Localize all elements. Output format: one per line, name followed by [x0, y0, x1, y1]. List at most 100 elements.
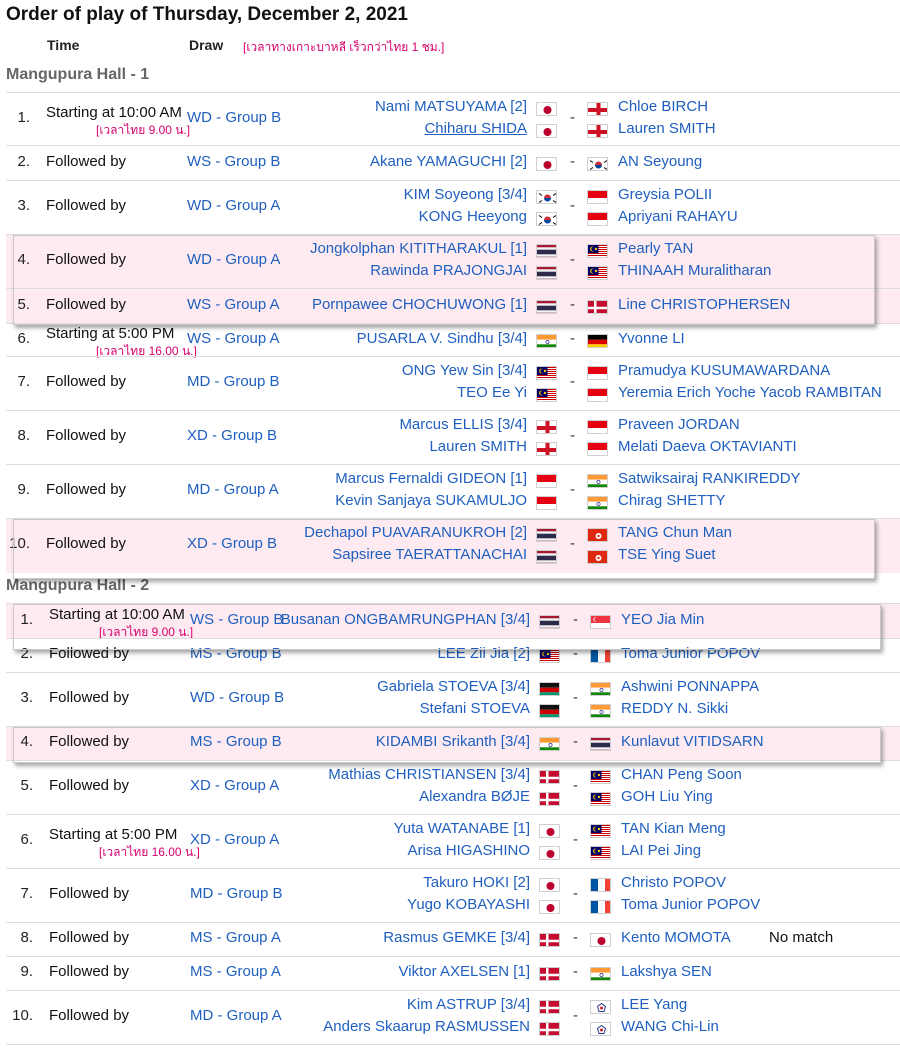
draw-link[interactable]: MS - Group A — [190, 929, 281, 946]
player-link[interactable]: Yvonne LI — [618, 330, 685, 347]
player-link[interactable]: AN Seyoung — [618, 153, 702, 170]
versus-dash: - — [570, 295, 575, 313]
player-link[interactable]: Chloe BIRCH — [618, 98, 708, 115]
versus-dash: - — [573, 645, 578, 662]
match-time: Followed by — [49, 963, 130, 980]
player-link[interactable]: KONG Heeyong — [419, 208, 527, 225]
player-link[interactable]: Yeremia Erich Yoche Yacob RAMBITAN — [618, 384, 882, 401]
player-link[interactable]: CHAN Peng Soon — [621, 766, 742, 783]
player-link[interactable]: Toma Junior POPOV — [621, 896, 760, 913]
player-link[interactable]: Chirag SHETTY — [618, 492, 726, 509]
flag-fra-icon — [590, 900, 611, 914]
player-link[interactable]: Viktor AXELSEN [1] — [399, 963, 530, 980]
player-link[interactable]: TAN Kian Meng — [621, 820, 726, 837]
player-link[interactable]: Yugo KOBAYASHI — [407, 896, 530, 913]
draw-link[interactable]: MS - Group B — [190, 645, 282, 662]
player-link[interactable]: Pramudya KUSUMAWARDANA — [618, 362, 830, 379]
draw-link[interactable]: MD - Group A — [190, 1007, 282, 1024]
player-link[interactable]: Jongkolphan KITITHARAKUL [1] — [310, 240, 527, 257]
draw-link[interactable]: MS - Group A — [190, 963, 281, 980]
draw-link[interactable]: MD - Group B — [187, 373, 280, 390]
player-link[interactable]: Gabriela STOEVA [3/4] — [377, 678, 530, 695]
player-link[interactable]: Kevin Sanjaya SUKAMULJO — [335, 492, 527, 509]
match-number: 3. — [17, 197, 30, 214]
player-link[interactable]: Lakshya SEN — [621, 963, 712, 980]
draw-link[interactable]: XD - Group B — [187, 535, 277, 552]
draw-link[interactable]: WS - Group B — [190, 611, 283, 628]
player-link[interactable]: Nami MATSUYAMA [2] — [375, 98, 527, 115]
player-link[interactable]: Mathias CHRISTIANSEN [3/4] — [328, 766, 530, 783]
player-link[interactable]: Arisa HIGASHINO — [407, 842, 530, 859]
draw-link[interactable]: XD - Group B — [187, 427, 277, 444]
player-link[interactable]: Ashwini PONNAPPA — [621, 678, 759, 695]
player-link[interactable]: Kim ASTRUP [3/4] — [407, 996, 530, 1013]
player-link[interactable]: LEE Zii Jia [2] — [437, 645, 530, 662]
player-link[interactable]: Stefani STOEVA — [420, 700, 530, 717]
player-link[interactable]: Dechapol PUAVARANUKROH [2] — [304, 524, 527, 541]
player-link[interactable]: Lauren SMITH — [618, 120, 716, 137]
draw-link[interactable]: XD - Group A — [190, 777, 279, 794]
player-link[interactable]: Greysia POLII — [618, 186, 712, 203]
hall-title: Mangupura Hall - 2 — [6, 577, 150, 594]
player-link[interactable]: KIDAMBI Srikanth [3/4] — [376, 733, 530, 750]
draw-link[interactable]: WD - Group A — [187, 251, 280, 268]
player-link[interactable]: Kento MOMOTA — [621, 929, 731, 946]
player-link[interactable]: Chiharu SHIDA — [424, 120, 527, 137]
player-link[interactable]: Marcus ELLIS [3/4] — [399, 416, 527, 433]
draw-link[interactable]: MS - Group B — [190, 733, 282, 750]
player-link[interactable]: LAI Pei Jing — [621, 842, 701, 859]
draw-link[interactable]: MD - Group A — [187, 481, 279, 498]
flag-tpe-icon — [590, 1022, 611, 1036]
player-link[interactable]: TEO Ee Yi — [457, 384, 527, 401]
draw-link[interactable]: WD - Group B — [190, 689, 284, 706]
player-link[interactable]: Yuta WATANABE [1] — [394, 820, 530, 837]
versus-dash: - — [570, 427, 575, 444]
player-link[interactable]: Alexandra BØJE — [419, 788, 530, 805]
player-link[interactable]: TANG Chun Man — [618, 524, 732, 541]
player-link[interactable]: Takuro HOKI [2] — [423, 874, 530, 891]
match-time: Starting at 5:00 PM — [49, 826, 178, 843]
player-link[interactable]: Pornpawee CHOCHUWONG [1] — [312, 296, 527, 313]
draw-link[interactable]: XD - Group A — [190, 831, 279, 848]
player-link[interactable]: THINAAH Muralitharan — [618, 262, 771, 279]
player-link[interactable]: Toma Junior POPOV — [621, 645, 760, 662]
player-link[interactable]: Christo POPOV — [621, 874, 726, 891]
draw-link[interactable]: WS - Group A — [187, 296, 280, 313]
player-link[interactable]: KIM Soyeong [3/4] — [404, 186, 527, 203]
player-link[interactable]: Melati Daeva OKTAVIANTI — [618, 438, 797, 455]
flag-den-icon — [539, 770, 560, 784]
draw-link[interactable]: WS - Group B — [187, 153, 280, 170]
player-link[interactable]: TSE Ying Suet — [618, 546, 716, 563]
player-link[interactable]: Busanan ONGBAMRUNGPHAN [3/4] — [281, 611, 530, 628]
player-link[interactable]: ONG Yew Sin [3/4] — [402, 362, 527, 379]
player-link[interactable]: Pearly TAN — [618, 240, 693, 257]
player-link[interactable]: Akane YAMAGUCHI [2] — [370, 153, 527, 170]
player-link[interactable]: LEE Yang — [621, 996, 687, 1013]
player-link[interactable]: Lauren SMITH — [429, 438, 527, 455]
draw-link[interactable]: WD - Group B — [187, 109, 281, 126]
player-link[interactable]: YEO Jia Min — [621, 611, 704, 628]
match-time: Starting at 10:00 AM — [49, 605, 185, 623]
player-link[interactable]: Rawinda PRAJONGJAI — [370, 262, 527, 279]
player-link[interactable]: REDDY N. Sikki — [621, 700, 728, 717]
player-link[interactable]: WANG Chi-Lin — [621, 1018, 719, 1035]
player-link[interactable]: Kunlavut VITIDSARN — [621, 733, 764, 750]
flag-jpn-icon — [536, 123, 557, 138]
player-link[interactable]: Marcus Fernaldi GIDEON [1] — [335, 470, 527, 487]
player-link[interactable]: Sapsiree TAERATTANACHAI — [332, 546, 527, 563]
player-link[interactable]: PUSARLA V. Sindhu [3/4] — [357, 330, 527, 347]
match-number: 2. — [20, 645, 33, 662]
player-link[interactable]: Rasmus GEMKE [3/4] — [383, 929, 530, 946]
player-link[interactable]: Satwiksairaj RANKIREDDY — [618, 470, 801, 487]
player-link[interactable]: Line CHRISTOPHERSEN — [618, 296, 790, 313]
player-link[interactable]: Apriyani RAHAYU — [618, 208, 738, 225]
draw-link[interactable]: MD - Group B — [190, 885, 283, 902]
draw-link[interactable]: WS - Group A — [187, 330, 280, 347]
player-link[interactable]: GOH Liu Ying — [621, 788, 713, 805]
flag-hkg-icon — [587, 550, 608, 564]
player-link[interactable]: Anders Skaarup RASMUSSEN — [323, 1018, 530, 1035]
draw-link[interactable]: WD - Group A — [187, 197, 280, 214]
flag-jpn-icon — [590, 933, 611, 947]
player-link[interactable]: Praveen JORDAN — [618, 416, 740, 433]
thai-time-note: [เวลาไทย 9.00 น.] — [96, 122, 191, 137]
